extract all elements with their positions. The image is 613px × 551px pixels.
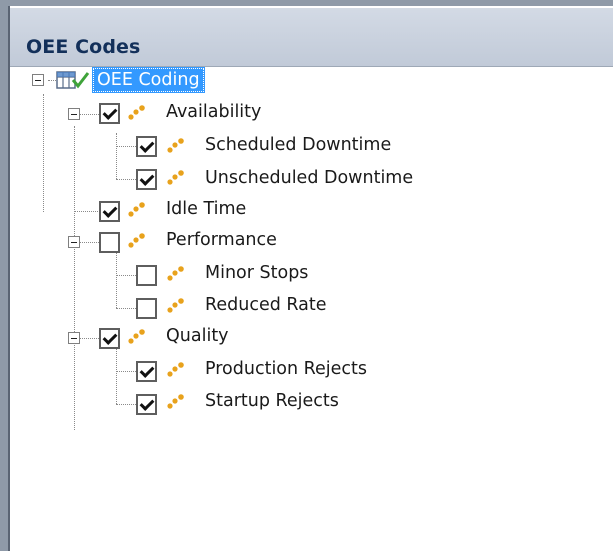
panel-title: OEE Codes <box>26 36 141 58</box>
collapse-toggle-quality[interactable] <box>68 332 80 344</box>
orange-dots-icon <box>167 394 184 409</box>
orange-dots-icon <box>128 233 145 248</box>
checkbox-availability[interactable] <box>99 103 120 124</box>
oee-code-tree: OEE Coding Availability Scheduled Downti… <box>10 66 613 551</box>
checkbox-startup-rejects[interactable] <box>136 394 157 415</box>
collapse-toggle-performance[interactable] <box>68 236 80 248</box>
checkbox-reduced-rate[interactable] <box>136 298 157 319</box>
checkbox-minor-stops[interactable] <box>136 265 157 286</box>
tree-node-production-rejects[interactable]: Production Rejects <box>205 359 367 379</box>
orange-dots-icon <box>167 170 184 185</box>
tree-guide-line <box>116 404 136 405</box>
tree-node-startup-rejects[interactable]: Startup Rejects <box>205 391 339 411</box>
tree-guide-line <box>80 338 99 339</box>
tree-guide-line <box>116 371 136 372</box>
tree-node-unscheduled-downtime[interactable]: Unscheduled Downtime <box>205 168 413 188</box>
tree-guide-line <box>116 275 136 276</box>
orange-dots-icon <box>128 105 145 120</box>
tree-guide-line <box>74 211 100 212</box>
orange-dots-icon <box>167 362 184 377</box>
orange-dots-icon <box>128 329 145 344</box>
grid-check-icon <box>56 71 90 89</box>
panel-header: OEE Codes <box>10 8 613 67</box>
tree-guide-line <box>116 179 136 180</box>
tree-guide-line <box>116 133 117 179</box>
checkbox-idle-time[interactable] <box>99 201 120 222</box>
orange-dots-icon <box>167 298 184 313</box>
tree-node-availability[interactable]: Availability <box>166 102 261 122</box>
tree-node-idle-time[interactable]: Idle Time <box>166 199 246 219</box>
tree-guide-line <box>74 126 75 430</box>
orange-dots-icon <box>167 266 184 281</box>
tree-node-scheduled-downtime[interactable]: Scheduled Downtime <box>205 135 391 155</box>
collapse-toggle-availability[interactable] <box>68 108 80 120</box>
checkbox-quality[interactable] <box>99 328 120 349</box>
tree-node-reduced-rate[interactable]: Reduced Rate <box>205 295 327 315</box>
checkbox-performance[interactable] <box>99 232 120 253</box>
tree-guide-line <box>116 252 117 308</box>
collapse-toggle-root[interactable] <box>32 74 44 86</box>
tree-root-oee-coding[interactable]: OEE Coding <box>92 67 205 93</box>
checkbox-unscheduled-downtime[interactable] <box>136 169 157 190</box>
checkbox-scheduled-downtime[interactable] <box>136 136 157 157</box>
tree-node-quality[interactable]: Quality <box>166 326 229 346</box>
tree-guide-line <box>80 114 99 115</box>
tree-guide-line <box>80 242 99 243</box>
tree-guide-line <box>116 348 117 404</box>
orange-dots-icon <box>128 202 145 217</box>
tree-node-performance[interactable]: Performance <box>166 230 277 250</box>
tree-guide-line <box>116 146 136 147</box>
tree-guide-line <box>48 80 56 81</box>
checkbox-production-rejects[interactable] <box>136 361 157 382</box>
tree-node-minor-stops[interactable]: Minor Stops <box>205 263 308 283</box>
orange-dots-icon <box>167 138 184 153</box>
tree-guide-line <box>43 94 44 212</box>
tree-guide-line <box>116 308 136 309</box>
